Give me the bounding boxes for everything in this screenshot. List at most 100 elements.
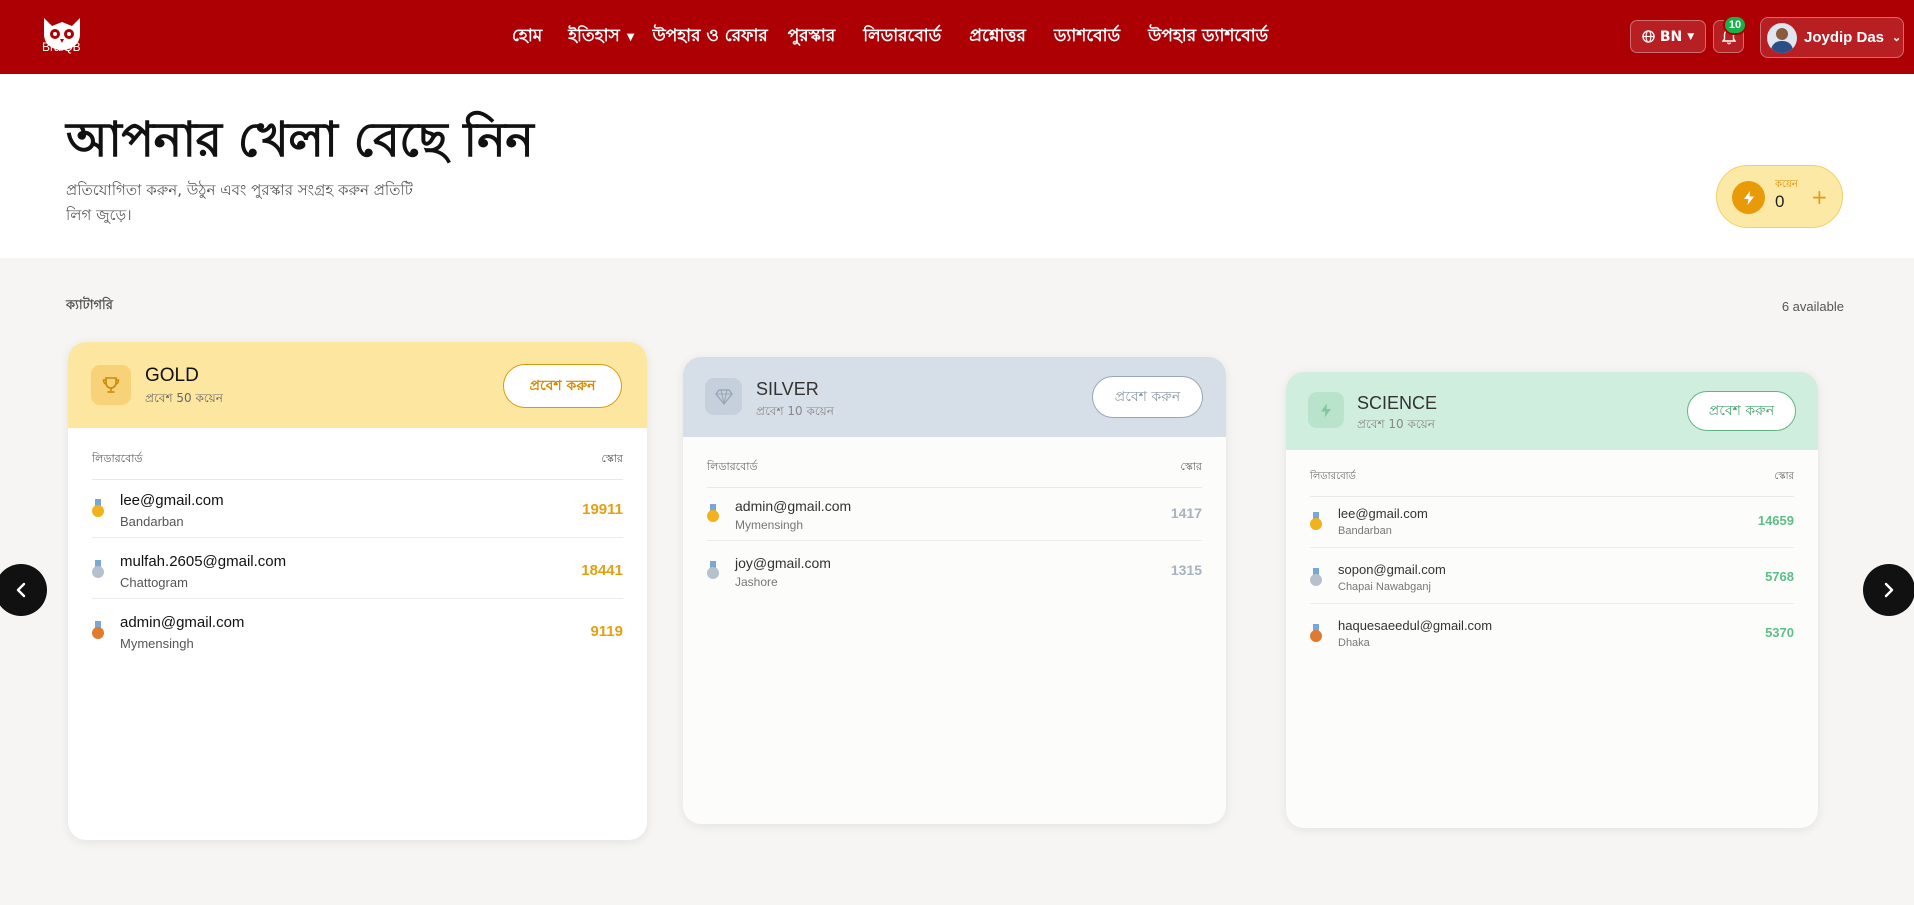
player-email: sopon@gmail.com	[1338, 562, 1446, 577]
nav-link-history[interactable]: ইতিহাস ▼	[568, 23, 634, 51]
card-header: SCIENCE প্রবেশ 10 কয়েন প্রবেশ করুন	[1286, 372, 1818, 450]
card-entry-fee: প্রবেশ 50 কয়েন	[145, 391, 223, 405]
leaderboard-row[interactable]: lee@gmail.com Bandarban 14659	[1310, 492, 1794, 548]
card-entry-fee: প্রবেশ 10 কয়েন	[1357, 417, 1435, 431]
nav-link-gift-refer[interactable]: উপহার ও রেফার	[652, 23, 767, 51]
nav-link-label: হোম	[512, 26, 543, 46]
category-card-gold: GOLD প্রবেশ 50 কয়েন প্রবেশ করুন লিডারবো…	[68, 342, 647, 840]
card-header: GOLD প্রবেশ 50 কয়েন প্রবেশ করুন	[68, 342, 647, 428]
leaderboard-row[interactable]: lee@gmail.com Bandarban 19911	[92, 477, 623, 538]
leaderboard-header: লিডারবোর্ড স্কোর	[92, 450, 623, 480]
leaderboard-row[interactable]: admin@gmail.com Mymensingh 9119	[92, 599, 623, 660]
category-card-silver: SILVER প্রবেশ 10 কয়েন প্রবেশ করুন লিডার…	[683, 357, 1226, 824]
score-label: স্কোর	[1180, 460, 1202, 473]
player-email: joy@gmail.com	[735, 555, 831, 571]
nav-link-dashboard[interactable]: ড্যাশবোর্ড	[1054, 23, 1120, 51]
leaderboard-row[interactable]: mulfah.2605@gmail.com Chattogram 18441	[92, 538, 623, 599]
leaderboard-row[interactable]: sopon@gmail.com Chapai Nawabganj 5768	[1310, 548, 1794, 604]
page-subtitle: প্রতিযোগিতা করুন, উঠুন এবং পুরস্কার সংগ্…	[66, 181, 413, 224]
player-city: Dhaka	[1338, 637, 1370, 649]
hero-section: আপনার খেলা বেছে নিন প্রতিযোগিতা করুন, উঠ…	[0, 74, 1914, 258]
trophy-icon	[91, 365, 131, 405]
leaderboard-row[interactable]: joy@gmail.com Jashore 1315	[707, 541, 1202, 598]
card-title: GOLD	[145, 365, 199, 386]
avatar	[1767, 22, 1797, 53]
player-city: Mymensingh	[120, 636, 194, 651]
gold-medal-icon	[92, 499, 104, 517]
nav-link-leaderboard[interactable]: লিডারবোর্ড	[863, 23, 941, 51]
language-label: BN	[1659, 28, 1683, 45]
player-score: 1315	[1170, 562, 1202, 578]
language-selector[interactable]: BN ▼	[1630, 20, 1706, 53]
enter-button[interactable]: প্রবেশ করুন	[1687, 391, 1796, 431]
user-menu-button[interactable]: Joydip Das ⌄	[1760, 17, 1904, 58]
silver-medal-icon	[1310, 568, 1322, 586]
gold-medal-icon	[707, 504, 719, 522]
silver-medal-icon	[707, 561, 719, 579]
diamond-icon	[705, 378, 742, 415]
chevron-left-icon	[16, 582, 26, 598]
nav-link-label: উপহার ড্যাশবোর্ড	[1148, 26, 1269, 46]
leaderboard-list: admin@gmail.com Mymensingh 1417 joy@gmai…	[707, 484, 1202, 598]
carousel-next-button[interactable]	[1863, 564, 1914, 616]
leaderboard-row[interactable]: haquesaeedul@gmail.com Dhaka 5370	[1310, 604, 1794, 660]
player-score: 9119	[590, 623, 623, 640]
nav-link-label: ইতিহাস	[568, 26, 620, 46]
add-coin-button[interactable]: +	[1811, 185, 1828, 209]
card-entry-fee: প্রবেশ 10 কয়েন	[756, 404, 834, 418]
nav-link-label: পুরস্কার	[787, 26, 836, 46]
caret-down-icon: ▼	[1687, 31, 1695, 42]
nav-links: হোম ইতিহাস ▼ উপহার ও রেফার পুরস্কার লিডার…	[512, 0, 1268, 74]
notification-badge: 10	[1723, 15, 1747, 35]
leaderboard-row[interactable]: admin@gmail.com Mymensingh 1417	[707, 484, 1202, 541]
leaderboard-list: lee@gmail.com Bandarban 14659 sopon@gmai…	[1310, 492, 1794, 660]
player-city: Chapai Nawabganj	[1338, 581, 1431, 593]
user-name: Joydip Das	[1804, 29, 1885, 46]
player-city: Mymensingh	[735, 518, 804, 532]
score-label: স্কোর	[601, 452, 623, 465]
player-city: Chattogram	[120, 575, 188, 590]
nav-link-label: উপহার ও রেফার	[652, 26, 768, 46]
leaderboard-list: lee@gmail.com Bandarban 19911 mulfah.260…	[92, 477, 623, 660]
nav-link-home[interactable]: হোম	[512, 23, 542, 51]
leaderboard-label: লিডারবোর্ড	[92, 452, 143, 465]
logo-text: BraiQB	[42, 40, 81, 54]
player-email: lee@gmail.com	[120, 492, 224, 509]
bronze-medal-icon	[1310, 624, 1322, 642]
player-email: lee@gmail.com	[1338, 506, 1428, 521]
player-score: 5768	[1765, 569, 1794, 584]
player-city: Jashore	[735, 575, 778, 589]
player-email: haquesaeedul@gmail.com	[1338, 618, 1493, 633]
player-score: 5370	[1765, 625, 1794, 640]
carousel-prev-button[interactable]	[0, 564, 47, 616]
chevron-right-icon	[1884, 582, 1894, 598]
available-count: 6 available	[1781, 299, 1844, 314]
category-card-science: SCIENCE প্রবেশ 10 কয়েন প্রবেশ করুন লিডা…	[1286, 372, 1818, 828]
player-city: Bandarban	[120, 514, 184, 529]
silver-medal-icon	[92, 560, 104, 578]
bolt-icon	[1308, 392, 1344, 428]
chevron-down-icon: ⌄	[1892, 32, 1902, 44]
enter-button[interactable]: প্রবেশ করুন	[1092, 376, 1203, 418]
player-city: Bandarban	[1338, 525, 1392, 537]
card-header: SILVER প্রবেশ 10 কয়েন প্রবেশ করুন	[683, 357, 1226, 437]
nav-link-rewards[interactable]: পুরস্কার	[788, 23, 835, 51]
score-label: স্কোর	[1774, 471, 1794, 482]
page-title: আপনার খেলা বেছে নিন	[66, 112, 534, 168]
caret-down-icon: ▼	[626, 31, 635, 43]
player-score: 14659	[1757, 513, 1794, 528]
nav-link-qa[interactable]: প্রশ্নোত্তর	[969, 23, 1026, 51]
coin-value: 0	[1775, 192, 1785, 211]
section-label: ক্যাটাগরি	[66, 298, 113, 313]
card-title: SCIENCE	[1357, 393, 1438, 413]
enter-button[interactable]: প্রবেশ করুন	[503, 364, 622, 408]
gold-medal-icon	[1310, 512, 1322, 530]
player-score: 18441	[581, 562, 623, 579]
nav-link-gift-dashboard[interactable]: উপহার ড্যাশবোর্ড	[1148, 23, 1268, 51]
player-score: 1417	[1170, 505, 1202, 521]
leaderboard-label: লিডারবোর্ড	[707, 460, 758, 473]
player-email: admin@gmail.com	[735, 498, 852, 514]
player-email: admin@gmail.com	[120, 614, 245, 631]
player-email: mulfah.2605@gmail.com	[120, 553, 287, 570]
bronze-medal-icon	[92, 621, 104, 639]
